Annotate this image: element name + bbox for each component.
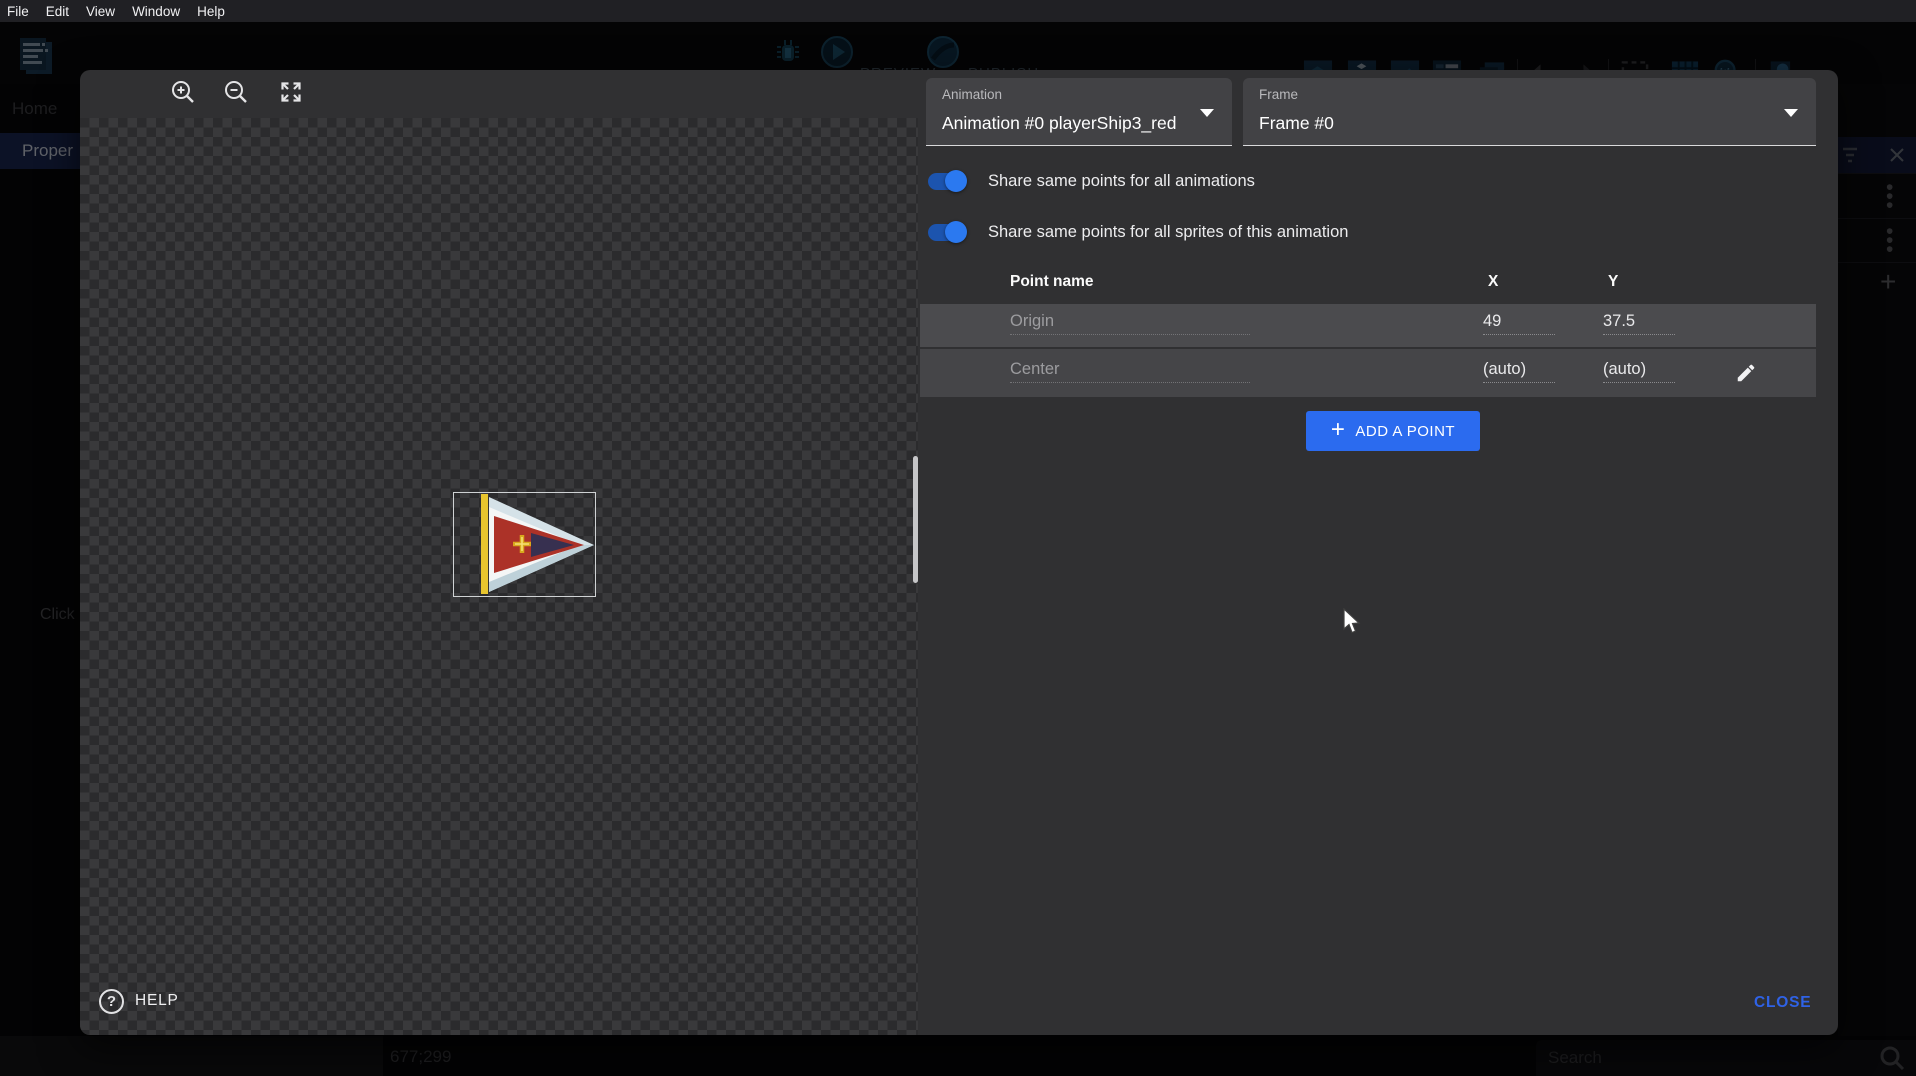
point-y-field[interactable]: 37.5 <box>1603 312 1675 335</box>
column-y: Y <box>1608 273 1618 291</box>
column-x: X <box>1488 273 1498 291</box>
point-name-field: Origin <box>1010 312 1250 335</box>
table-row-origin[interactable]: Origin 49 37.5 <box>920 304 1816 347</box>
animation-select[interactable]: Animation Animation #0 playerShip3_red <box>926 78 1232 146</box>
menu-file[interactable]: File <box>7 4 29 19</box>
menu-edit[interactable]: Edit <box>46 4 69 19</box>
share-points-all-animations-toggle[interactable] <box>928 173 964 190</box>
table-row-center[interactable]: Center (auto) (auto) <box>920 349 1816 397</box>
edit-points-dialog: Animation Animation #0 playerShip3_red F… <box>80 70 1838 1035</box>
add-point-label: ADD A POINT <box>1355 423 1455 440</box>
zoom-in-icon[interactable] <box>168 77 198 107</box>
sprite-selection-frame[interactable] <box>453 492 596 597</box>
help-button[interactable]: ? HELP <box>99 986 179 1016</box>
animation-select-value: Animation #0 playerShip3_red <box>942 113 1176 134</box>
player-ship-sprite <box>454 493 595 596</box>
frame-select[interactable]: Frame Frame #0 <box>1243 78 1816 146</box>
point-x-field[interactable]: 49 <box>1483 312 1555 335</box>
toggle-label: Share same points for all animations <box>988 172 1255 191</box>
panel-splitter-handle[interactable] <box>913 456 918 583</box>
menu-help[interactable]: Help <box>197 4 225 19</box>
zoom-out-icon[interactable] <box>221 77 251 107</box>
plus-icon: + <box>1331 420 1346 440</box>
chevron-down-icon <box>1200 109 1214 117</box>
help-icon: ? <box>99 989 124 1014</box>
sprite-preview-canvas[interactable] <box>80 118 918 1035</box>
menu-view[interactable]: View <box>86 4 115 19</box>
point-name-field: Center <box>1010 360 1250 383</box>
help-label: HELP <box>135 992 179 1010</box>
animation-select-label: Animation <box>942 87 1002 102</box>
close-button[interactable]: CLOSE <box>1754 994 1811 1012</box>
menu-window[interactable]: Window <box>132 4 180 19</box>
add-a-point-button[interactable]: + ADD A POINT <box>1306 411 1480 451</box>
mouse-cursor <box>1342 608 1361 640</box>
frame-select-value: Frame #0 <box>1259 113 1334 134</box>
edit-pencil-icon[interactable] <box>1735 362 1757 384</box>
column-point-name: Point name <box>1010 273 1094 291</box>
fit-to-view-icon[interactable] <box>276 77 306 107</box>
chevron-down-icon <box>1784 109 1798 117</box>
point-y-field: (auto) <box>1603 360 1675 383</box>
toggle-label: Share same points for all sprites of thi… <box>988 223 1348 242</box>
point-x-field: (auto) <box>1483 360 1555 383</box>
points-table-header: Point name X Y <box>920 265 1816 303</box>
menu-bar: File Edit View Window Help <box>0 0 1916 22</box>
share-points-all-sprites-toggle[interactable] <box>928 224 964 241</box>
frame-select-label: Frame <box>1259 87 1298 102</box>
